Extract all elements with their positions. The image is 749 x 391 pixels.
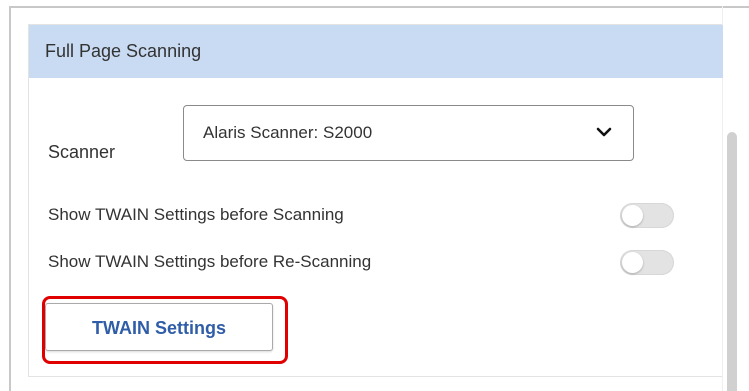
setting-row-before-scanning: Show TWAIN Settings before Scanning (48, 203, 688, 231)
chevron-down-icon (596, 127, 612, 137)
before-rescanning-toggle[interactable] (620, 250, 674, 275)
vertical-scrollbar[interactable] (727, 132, 737, 391)
scanner-selected-value: Alaris Scanner: S2000 (203, 123, 373, 142)
before-scanning-label: Show TWAIN Settings before Scanning (48, 205, 344, 224)
panel-header: Full Page Scanning (29, 25, 723, 78)
before-scanning-toggle[interactable] (620, 203, 674, 228)
scanner-select[interactable]: Alaris Scanner: S2000 (183, 105, 634, 161)
toggle-knob (622, 205, 643, 226)
full-page-scanning-panel: Full Page Scanning Scanner Alaris Scanne… (28, 24, 723, 377)
setting-row-before-rescanning: Show TWAIN Settings before Re-Scanning (48, 250, 688, 278)
scanner-label: Scanner (48, 142, 116, 162)
twain-settings-button[interactable]: TWAIN Settings (45, 303, 273, 351)
twain-settings-screen: Full Page Scanning Scanner Alaris Scanne… (0, 0, 749, 391)
toggle-knob (622, 252, 643, 273)
before-rescanning-label: Show TWAIN Settings before Re-Scanning (48, 252, 372, 271)
